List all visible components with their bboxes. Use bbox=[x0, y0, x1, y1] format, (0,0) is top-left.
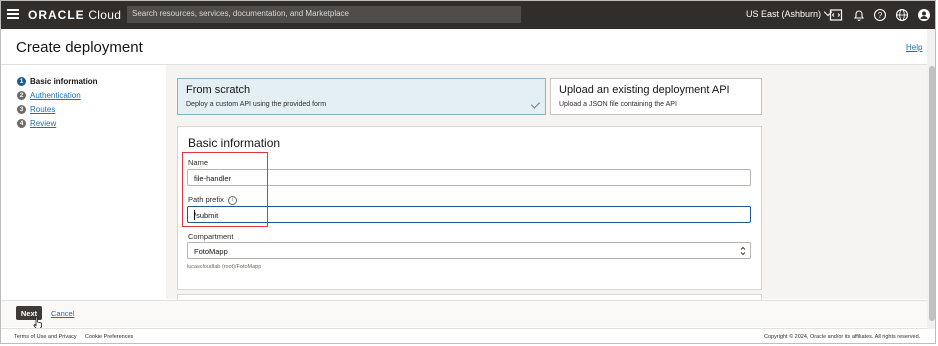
page-scrollbar[interactable] bbox=[927, 29, 935, 329]
step-number: 1 bbox=[17, 77, 26, 86]
compartment-label: Compartment bbox=[188, 232, 234, 241]
code-editor-icon[interactable] bbox=[829, 8, 843, 22]
checkmark-icon bbox=[530, 99, 541, 109]
section-title: Basic information bbox=[188, 136, 281, 150]
path-prefix-field[interactable]: /submit bbox=[187, 206, 751, 223]
scrollbar-thumb[interactable] bbox=[929, 66, 935, 321]
language-icon[interactable] bbox=[895, 8, 909, 22]
brand-prefix: ORACLE bbox=[28, 8, 85, 22]
step-number: 2 bbox=[17, 91, 26, 100]
name-field[interactable]: file-handler bbox=[187, 169, 751, 186]
footer: Terms of Use and Privacy Cookie Preferen… bbox=[1, 328, 927, 343]
step-label: Routes bbox=[30, 105, 56, 114]
profile-icon[interactable] bbox=[917, 8, 931, 22]
notifications-icon[interactable] bbox=[852, 8, 866, 22]
option-card-upload-api[interactable]: Upload an existing deployment API Upload… bbox=[550, 78, 762, 115]
search-placeholder: Search resources, services, documentatio… bbox=[132, 9, 349, 18]
search-input[interactable]: Search resources, services, documentatio… bbox=[127, 6, 521, 23]
select-arrows-icon bbox=[740, 246, 746, 256]
compartment-value: FotoMapp bbox=[194, 247, 228, 256]
browser-frame: ORACLE Cloud Search resources, services,… bbox=[0, 0, 936, 344]
oracle-cloud-logo[interactable]: ORACLE Cloud bbox=[28, 8, 121, 22]
step-routes[interactable]: 3 Routes bbox=[17, 104, 55, 115]
option-title: Upload an existing deployment API bbox=[559, 84, 730, 96]
page-title: Create deployment bbox=[16, 39, 143, 56]
help-link[interactable]: Help bbox=[906, 43, 922, 52]
option-title: From scratch bbox=[186, 84, 251, 96]
region-label: US East (Ashburn) bbox=[746, 9, 822, 19]
top-navigation-bar: ORACLE Cloud Search resources, services,… bbox=[1, 1, 935, 29]
step-label: Review bbox=[30, 119, 57, 128]
compartment-select[interactable]: FotoMapp bbox=[187, 242, 751, 259]
option-description: Upload a JSON file containing the API bbox=[559, 101, 677, 108]
step-number: 4 bbox=[17, 119, 26, 128]
step-label: Authentication bbox=[30, 91, 81, 100]
annotation-highlight-box bbox=[182, 152, 268, 227]
compartment-path-hint: lucascloudlab (root)/FotoMapp bbox=[187, 264, 262, 270]
step-label: Basic information bbox=[30, 77, 98, 86]
step-basic-information[interactable]: 1 Basic information bbox=[17, 76, 98, 87]
terms-link[interactable]: Terms of Use and Privacy bbox=[14, 334, 77, 340]
svg-text:?: ? bbox=[878, 11, 883, 20]
step-review[interactable]: 4 Review bbox=[17, 118, 56, 129]
cancel-link[interactable]: Cancel bbox=[51, 309, 74, 318]
brand-suffix: Cloud bbox=[88, 8, 122, 22]
step-authentication[interactable]: 2 Authentication bbox=[17, 90, 81, 101]
menu-icon[interactable] bbox=[7, 9, 19, 20]
option-description: Deploy a custom API using the provided f… bbox=[186, 101, 327, 108]
step-number: 3 bbox=[17, 105, 26, 114]
region-selector[interactable]: US East (Ashburn) bbox=[746, 7, 833, 19]
option-card-from-scratch[interactable]: From scratch Deploy a custom API using t… bbox=[177, 78, 546, 115]
cookie-preferences-link[interactable]: Cookie Preferences bbox=[85, 334, 133, 340]
copyright-text: Copyright © 2024, Oracle and/or its affi… bbox=[764, 334, 921, 340]
help-icon[interactable]: ? bbox=[873, 8, 887, 22]
action-bar bbox=[1, 300, 927, 327]
